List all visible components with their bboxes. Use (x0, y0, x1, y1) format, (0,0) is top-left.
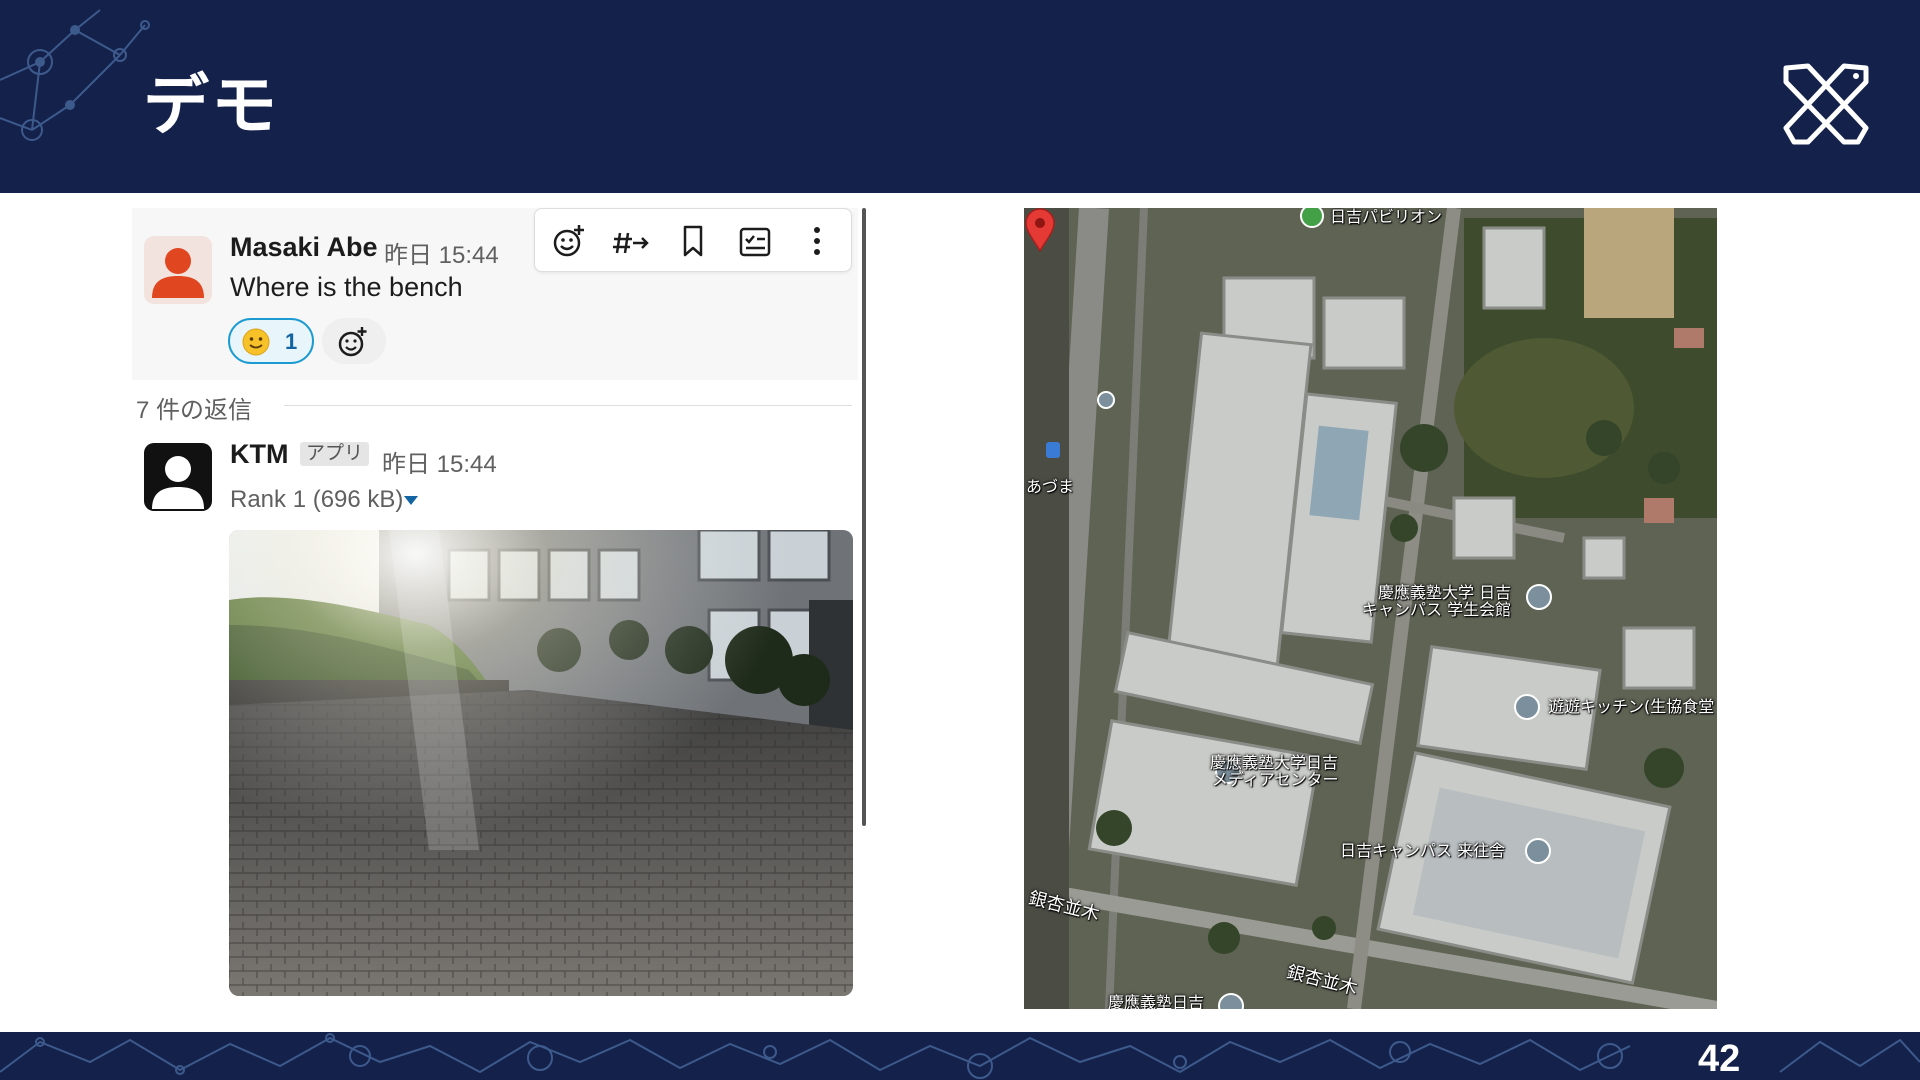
add-reaction-button[interactable] (322, 318, 386, 364)
bookmark-icon[interactable] (673, 221, 713, 261)
app-avatar-icon (144, 443, 212, 511)
map-label-kitchen: 遊遊キッチン(生協食堂 (1548, 697, 1715, 716)
avatar[interactable] (144, 236, 212, 304)
add-reaction-icon (338, 327, 367, 357)
map-label-pavilion: 日吉パビリオン (1330, 208, 1443, 226)
slack-thread-panel: Masaki Abe 昨日 15:44 Where is the bench 1… (132, 208, 866, 1008)
reply-timestamp[interactable]: 昨日 15:44 (382, 444, 497, 479)
avatar[interactable] (144, 443, 212, 511)
file-name[interactable]: Rank 1 (696 kB) (230, 486, 403, 514)
message-text: Where is the bench (230, 272, 463, 302)
network-decoration (0, 1033, 1920, 1079)
reaction-pill[interactable]: 1 (228, 318, 314, 364)
slide-header: デモ (0, 0, 1920, 193)
page-number: 42 (1698, 1038, 1741, 1080)
divider (284, 405, 852, 406)
reply-in-channel-icon[interactable] (611, 221, 651, 261)
slide-title: デモ (143, 67, 279, 144)
chevron-down-icon[interactable] (404, 496, 418, 505)
map-label-bottom: 慶應義塾日吉 (1108, 993, 1205, 1009)
map-label-media-center: メディアセンター (1212, 770, 1339, 789)
slightly-smiling-face-icon (242, 328, 270, 356)
map-label-raiosha: 日吉キャンパス 来往舎 (1340, 841, 1506, 860)
map-label-student-hall: キャンパス 学生会館 (1362, 600, 1512, 619)
map-label-azuma: あづま (1026, 477, 1075, 496)
user-avatar-icon (152, 248, 204, 298)
map-label-media-center: 慶應義塾大学日吉 (1210, 753, 1339, 772)
crossed-swords-logo (1783, 63, 1869, 145)
replies-count-label: 7 件の返信 (136, 397, 253, 424)
message-actions-toolbar (534, 208, 852, 272)
satellite-map[interactable]: 日吉パビリオン 慶應義塾大学 日吉 キャンパス 学生会館 遊遊キッチン(生協食堂… (1024, 208, 1717, 1009)
add-reaction-icon[interactable] (549, 221, 589, 261)
slide-footer (0, 1032, 1920, 1080)
attached-photo[interactable] (229, 530, 853, 996)
map-label-student-hall: 慶應義塾大学 日吉 (1378, 583, 1512, 602)
scrollbar[interactable] (862, 208, 866, 826)
reaction-count: 1 (285, 329, 298, 354)
location-pin-icon[interactable] (1024, 208, 1056, 252)
more-actions-icon[interactable] (797, 221, 837, 261)
message-author[interactable]: Masaki Abe (230, 232, 378, 263)
add-to-list-icon[interactable] (735, 221, 775, 261)
app-badge: アプリ (300, 442, 370, 466)
message-timestamp[interactable]: 昨日 15:44 (384, 235, 499, 270)
reply-author[interactable]: KTM (230, 439, 288, 470)
